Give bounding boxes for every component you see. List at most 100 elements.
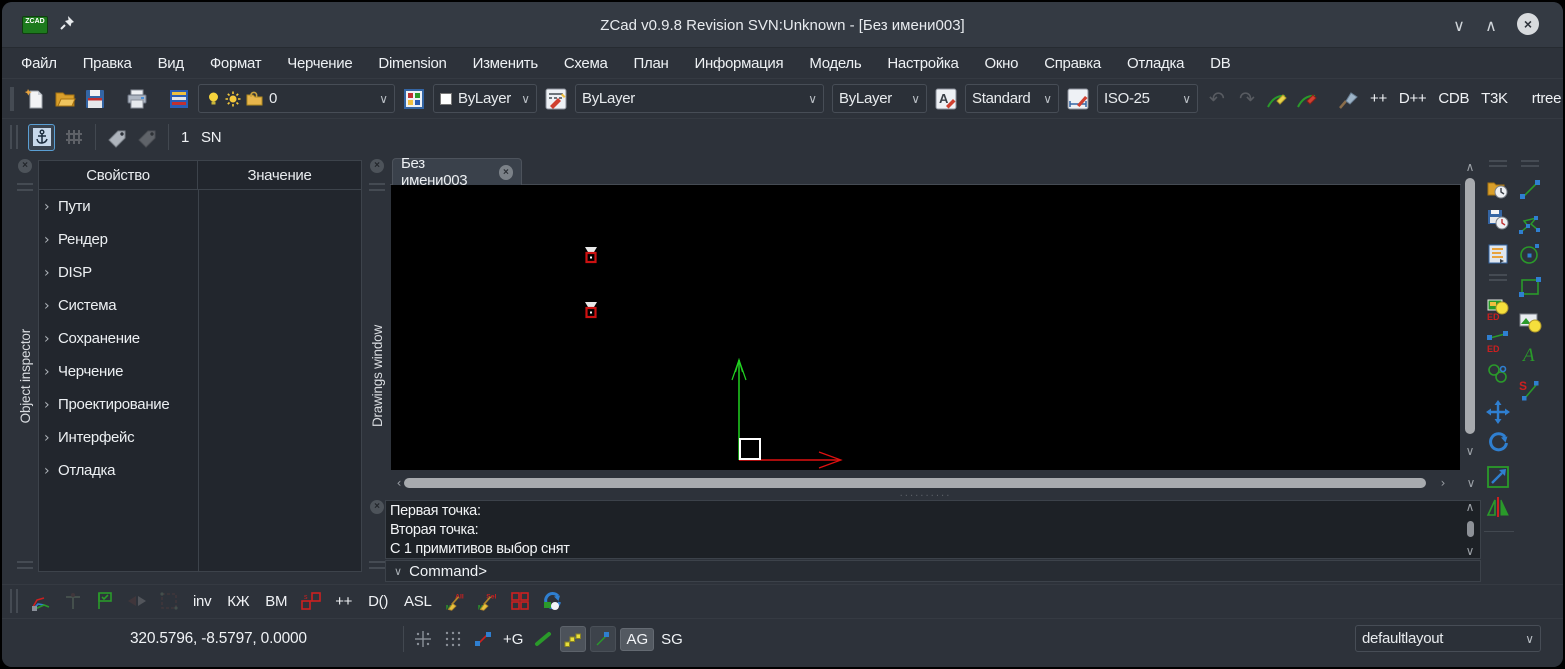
vm-button[interactable]: ВМ: [258, 591, 294, 612]
menu-dimension[interactable]: Dimension: [365, 52, 459, 75]
canvas-vertical-scrollbar[interactable]: ∧ ∨: [1461, 160, 1479, 470]
polyline-tool-icon[interactable]: [1518, 212, 1542, 236]
command-scroll-thumb[interactable]: [1467, 521, 1474, 537]
rotate-block-icon[interactable]: [541, 590, 563, 612]
block-edit-image-icon[interactable]: ED: [1486, 298, 1510, 322]
menu-window[interactable]: Окно: [972, 52, 1032, 75]
expander-icon[interactable]: ›: [44, 265, 58, 281]
sg-toggle[interactable]: SG: [658, 631, 686, 648]
toolbar-grip[interactable]: [10, 589, 18, 613]
ortho-mode-icon[interactable]: [530, 626, 556, 652]
asl-button[interactable]: ASL: [397, 591, 438, 612]
text-style-icon[interactable]: A: [934, 87, 958, 111]
fence-icon[interactable]: [62, 125, 86, 149]
vertical-scroll-thumb[interactable]: [1465, 178, 1475, 434]
tag-icon[interactable]: [105, 125, 129, 149]
drawing-tab[interactable]: Без имени003 ×: [392, 158, 522, 185]
toolbar-grip[interactable]: [10, 87, 14, 111]
color-select[interactable]: ByLayer ∨: [433, 84, 537, 113]
expander-icon[interactable]: ›: [44, 232, 58, 248]
polyline-edit-icon[interactable]: [1265, 87, 1289, 111]
pan-down-icon[interactable]: ∨: [1462, 476, 1480, 490]
dock-grip[interactable]: [369, 561, 385, 569]
tree-row-design[interactable]: ›Проектирование: [39, 388, 361, 421]
plus-g-toggle[interactable]: +G: [500, 631, 526, 648]
print-icon[interactable]: [125, 87, 149, 111]
expander-icon[interactable]: ›: [44, 298, 58, 314]
d-plus-plus-button[interactable]: D++: [1393, 88, 1432, 109]
tab-close-icon[interactable]: ×: [499, 165, 513, 180]
open-recent-icon[interactable]: [1486, 177, 1510, 201]
close-icon[interactable]: ×: [18, 159, 32, 173]
expander-icon[interactable]: ›: [44, 397, 58, 413]
scroll-down-icon[interactable]: ∨: [1461, 444, 1479, 458]
move-icon[interactable]: [1486, 400, 1510, 424]
plus-plus-button[interactable]: ++: [328, 591, 359, 612]
tree-row-paths[interactable]: ›Пути: [39, 190, 361, 223]
dock-grip[interactable]: [17, 183, 33, 191]
menu-settings[interactable]: Настройка: [874, 52, 971, 75]
tree-row-disp[interactable]: ›DISP: [39, 256, 361, 289]
toolbar-grip[interactable]: [10, 125, 18, 149]
ag-toggle-button[interactable]: AG: [620, 628, 654, 651]
tree-row-debug[interactable]: ›Отладка: [39, 454, 361, 487]
linetype-style-icon[interactable]: [544, 87, 568, 111]
flag-check-icon[interactable]: [94, 590, 116, 612]
expander-icon[interactable]: ›: [44, 331, 58, 347]
cdb-button[interactable]: CDB: [1432, 88, 1475, 109]
toolbar-grip[interactable]: [1489, 274, 1507, 281]
scroll-up-icon[interactable]: ∧: [1461, 160, 1479, 174]
command-prompt[interactable]: ∨ Command>: [385, 560, 1481, 582]
insert-image-icon[interactable]: [1518, 310, 1542, 334]
line-tool-icon[interactable]: [1518, 178, 1542, 202]
toolbar-grip[interactable]: [1489, 160, 1507, 167]
grid-blocks-icon[interactable]: [509, 590, 531, 612]
menu-debug[interactable]: Отладка: [1114, 52, 1197, 75]
lineweight-select[interactable]: ByLayer ∨: [832, 84, 927, 113]
circle-tool-icon[interactable]: [1518, 242, 1542, 266]
clear-selected-broom-icon[interactable]: SelM: [477, 590, 499, 612]
tree-row-saving[interactable]: ›Сохранение: [39, 322, 361, 355]
dock-grip[interactable]: [17, 561, 33, 569]
inv-button[interactable]: inv: [186, 591, 218, 612]
menu-draw[interactable]: Черчение: [274, 52, 365, 75]
scale-icon[interactable]: [1486, 465, 1510, 489]
expander-icon[interactable]: ›: [44, 199, 58, 215]
t-node-icon[interactable]: [62, 590, 84, 612]
node-mode-button[interactable]: [590, 626, 616, 652]
expander-icon[interactable]: ›: [44, 463, 58, 479]
close-button[interactable]: ×: [1517, 13, 1539, 35]
textstyle-select[interactable]: Standard ∨: [965, 84, 1059, 113]
drawing-symbol[interactable]: [585, 247, 597, 262]
column-divider[interactable]: [198, 190, 199, 571]
menu-file[interactable]: Файл: [8, 52, 70, 75]
titlebar[interactable]: ZCAD ZCad v0.9.8 Revision SVN:Unknown - …: [2, 2, 1563, 48]
clear-all-broom-icon[interactable]: AllM: [445, 590, 467, 612]
command-history[interactable]: Первая точка: Вторая точка: С 1 примитив…: [385, 500, 1481, 559]
rectangle-tool-icon[interactable]: [1518, 275, 1542, 299]
t3k-button[interactable]: T3K: [1475, 88, 1514, 109]
anchor-snap-button[interactable]: [28, 124, 55, 151]
tree-row-drafting[interactable]: ›Черчение: [39, 355, 361, 388]
dimension-style-icon[interactable]: [1066, 87, 1090, 111]
menu-edit[interactable]: Правка: [70, 52, 145, 75]
horizontal-scroll-thumb[interactable]: [404, 478, 1426, 488]
snap-count-button[interactable]: 1: [175, 127, 195, 148]
layers-icon[interactable]: [167, 87, 191, 111]
drawing-canvas[interactable]: [391, 185, 1460, 470]
sn-button[interactable]: SN: [195, 127, 227, 148]
color-palette-icon[interactable]: [402, 87, 426, 111]
menu-db[interactable]: DB: [1197, 52, 1243, 75]
grid-snap-icon[interactable]: [410, 626, 436, 652]
mirror-icon[interactable]: [1486, 495, 1510, 519]
menu-information[interactable]: Информация: [682, 52, 797, 75]
text-tool-icon[interactable]: A: [1518, 342, 1542, 366]
wires-icon[interactable]: [30, 590, 52, 612]
object-snap-icon[interactable]: [470, 626, 496, 652]
menu-modify[interactable]: Изменить: [460, 52, 551, 75]
menu-plan[interactable]: План: [621, 52, 682, 75]
command-prompt-label[interactable]: Command>: [409, 563, 487, 580]
minimize-button[interactable]: ∨: [1447, 13, 1471, 37]
toolbar-grip[interactable]: [1521, 160, 1539, 167]
collide-arrows-icon[interactable]: [126, 590, 148, 612]
